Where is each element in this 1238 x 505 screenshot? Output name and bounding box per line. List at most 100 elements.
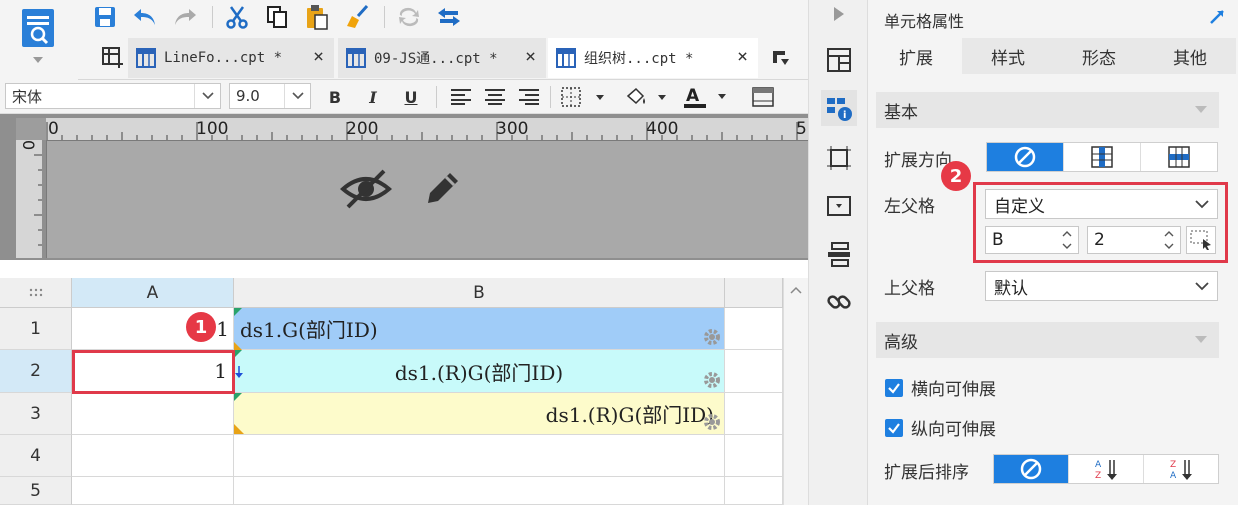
select-all-corner[interactable] [0,278,72,308]
gear-icon[interactable] [702,327,722,347]
section-title: 高级 [884,332,918,353]
tab-js-communication[interactable]: 09-JS通...cpt * × [338,38,546,78]
align-left-icon[interactable] [448,84,474,110]
float-element-icon[interactable] [823,142,855,174]
chevron-down-icon[interactable] [1195,106,1207,113]
vertical-extensible-checkbox[interactable]: 纵向可伸展 [885,415,996,440]
cell-b4[interactable] [234,435,725,477]
svg-text:Z: Z [1170,460,1176,470]
column-header-c[interactable] [725,278,783,308]
hide-eye-icon[interactable] [339,165,393,213]
ascending-sort-option[interactable]: AZ [1069,455,1144,483]
vertical-scrollbar[interactable] [783,278,808,505]
font-color-icon[interactable]: A [680,84,728,110]
chevron-down-icon[interactable] [194,84,220,108]
cell-b3[interactable]: ds1.(R)G(部门ID) [234,393,725,435]
save-icon[interactable] [90,3,120,31]
edit-pencil-icon[interactable] [415,165,469,213]
horizontal-extensible-checkbox[interactable]: 横向可伸展 [885,375,996,400]
underline-button[interactable]: U [398,84,424,110]
expand-direction-toggle[interactable] [986,142,1218,172]
column-header-b[interactable]: B [234,278,725,308]
swap-icon[interactable] [434,3,464,31]
tab-lineformat[interactable]: LineFo...cpt * × [128,38,334,78]
widget-icon[interactable] [823,190,855,222]
refresh-icon[interactable] [394,3,424,31]
file-tabbar: LineFo...cpt * × 09-JS通...cpt * × 组织树...… [78,36,808,80]
close-icon[interactable]: × [737,48,748,66]
section-basic[interactable]: 基本 [876,92,1219,128]
annotation-badge-2: 2 [941,161,971,191]
cell-b2[interactable]: ds1.(R)G(部门ID) [234,350,725,393]
tab-expand[interactable]: 扩展 [870,38,962,74]
no-sort-option[interactable] [994,455,1069,483]
cell-c3[interactable] [725,393,783,435]
report-file-icon [556,48,576,68]
cell-a5[interactable] [72,477,234,505]
horizontal-expand-option[interactable] [1141,143,1217,171]
row-header-2[interactable]: 2 [0,350,72,393]
cut-icon[interactable] [222,3,252,31]
condition-attr-icon[interactable] [823,238,855,270]
scroll-up-icon[interactable] [790,286,802,294]
align-center-icon[interactable] [482,84,508,110]
cell-attributes-icon[interactable]: i [821,90,857,126]
merge-cells-icon[interactable] [748,84,778,110]
row-header-5[interactable]: 5 [0,477,72,505]
format-painter-icon[interactable] [342,3,372,31]
chevron-down-icon[interactable] [1195,336,1207,343]
align-right-icon[interactable] [516,84,542,110]
menu-dropdown-icon[interactable] [30,54,46,66]
report-menu-icon[interactable] [18,6,58,50]
close-icon[interactable]: × [313,48,324,66]
new-report-icon[interactable] [100,45,126,71]
no-expand-option[interactable] [987,143,1064,171]
cell-b1[interactable]: ds1.G(部门ID) [234,308,725,350]
upper-parent-select[interactable]: 默认 [985,271,1218,301]
border-icon[interactable] [558,84,606,110]
redo-icon[interactable] [170,3,200,31]
sort-after-expand-toggle[interactable]: AZ ZA [993,454,1219,484]
hyperlink-icon[interactable] [823,286,855,318]
tab-shape[interactable]: 形态 [1053,38,1145,74]
toolbar-divider [212,6,213,28]
font-family-select[interactable]: 宋体 [5,83,221,109]
expand-panel-icon[interactable] [1206,6,1228,28]
tab-other[interactable]: 其他 [1144,38,1236,74]
gear-icon[interactable] [702,412,722,432]
row-header-1[interactable]: 1 [0,308,72,350]
sort-after-expand-label: 扩展后排序 [884,463,969,483]
collapse-panel-icon[interactable] [829,4,849,24]
cell-a4[interactable] [72,435,234,477]
tab-style[interactable]: 样式 [962,38,1054,74]
font-family-value: 宋体 [12,87,43,106]
tab-org-tree[interactable]: 组织树...cpt * × [548,38,758,78]
column-header-a[interactable]: A [72,278,234,308]
close-icon[interactable]: × [525,48,536,66]
row-header-4[interactable]: 4 [0,435,72,477]
undo-icon[interactable] [130,3,160,31]
toolbar-divider [384,6,385,28]
cell-element-icon[interactable] [823,44,855,76]
bold-button[interactable]: B [322,84,348,110]
sort-descending-icon: ZA [1170,460,1192,481]
italic-button[interactable]: I [360,84,386,110]
chevron-down-icon[interactable] [1187,272,1217,300]
cell-a3[interactable] [72,393,234,435]
descending-sort-option[interactable]: ZA [1144,455,1218,483]
cell-b5[interactable] [234,477,725,505]
gear-icon[interactable] [702,370,722,390]
cell-c1[interactable] [725,308,783,350]
vertical-expand-option[interactable] [1064,143,1141,171]
font-size-select[interactable]: 9.0 [229,83,311,109]
paste-icon[interactable] [302,3,332,31]
row-header-3[interactable]: 3 [0,393,72,435]
section-advanced[interactable]: 高级 [876,322,1219,358]
copy-icon[interactable] [262,3,292,31]
fill-color-icon[interactable] [620,84,668,110]
tab-list-icon[interactable] [766,44,796,72]
cell-c4[interactable] [725,435,783,477]
cell-c5[interactable] [725,477,783,505]
chevron-down-icon[interactable] [284,84,310,108]
cell-c2[interactable] [725,350,783,393]
